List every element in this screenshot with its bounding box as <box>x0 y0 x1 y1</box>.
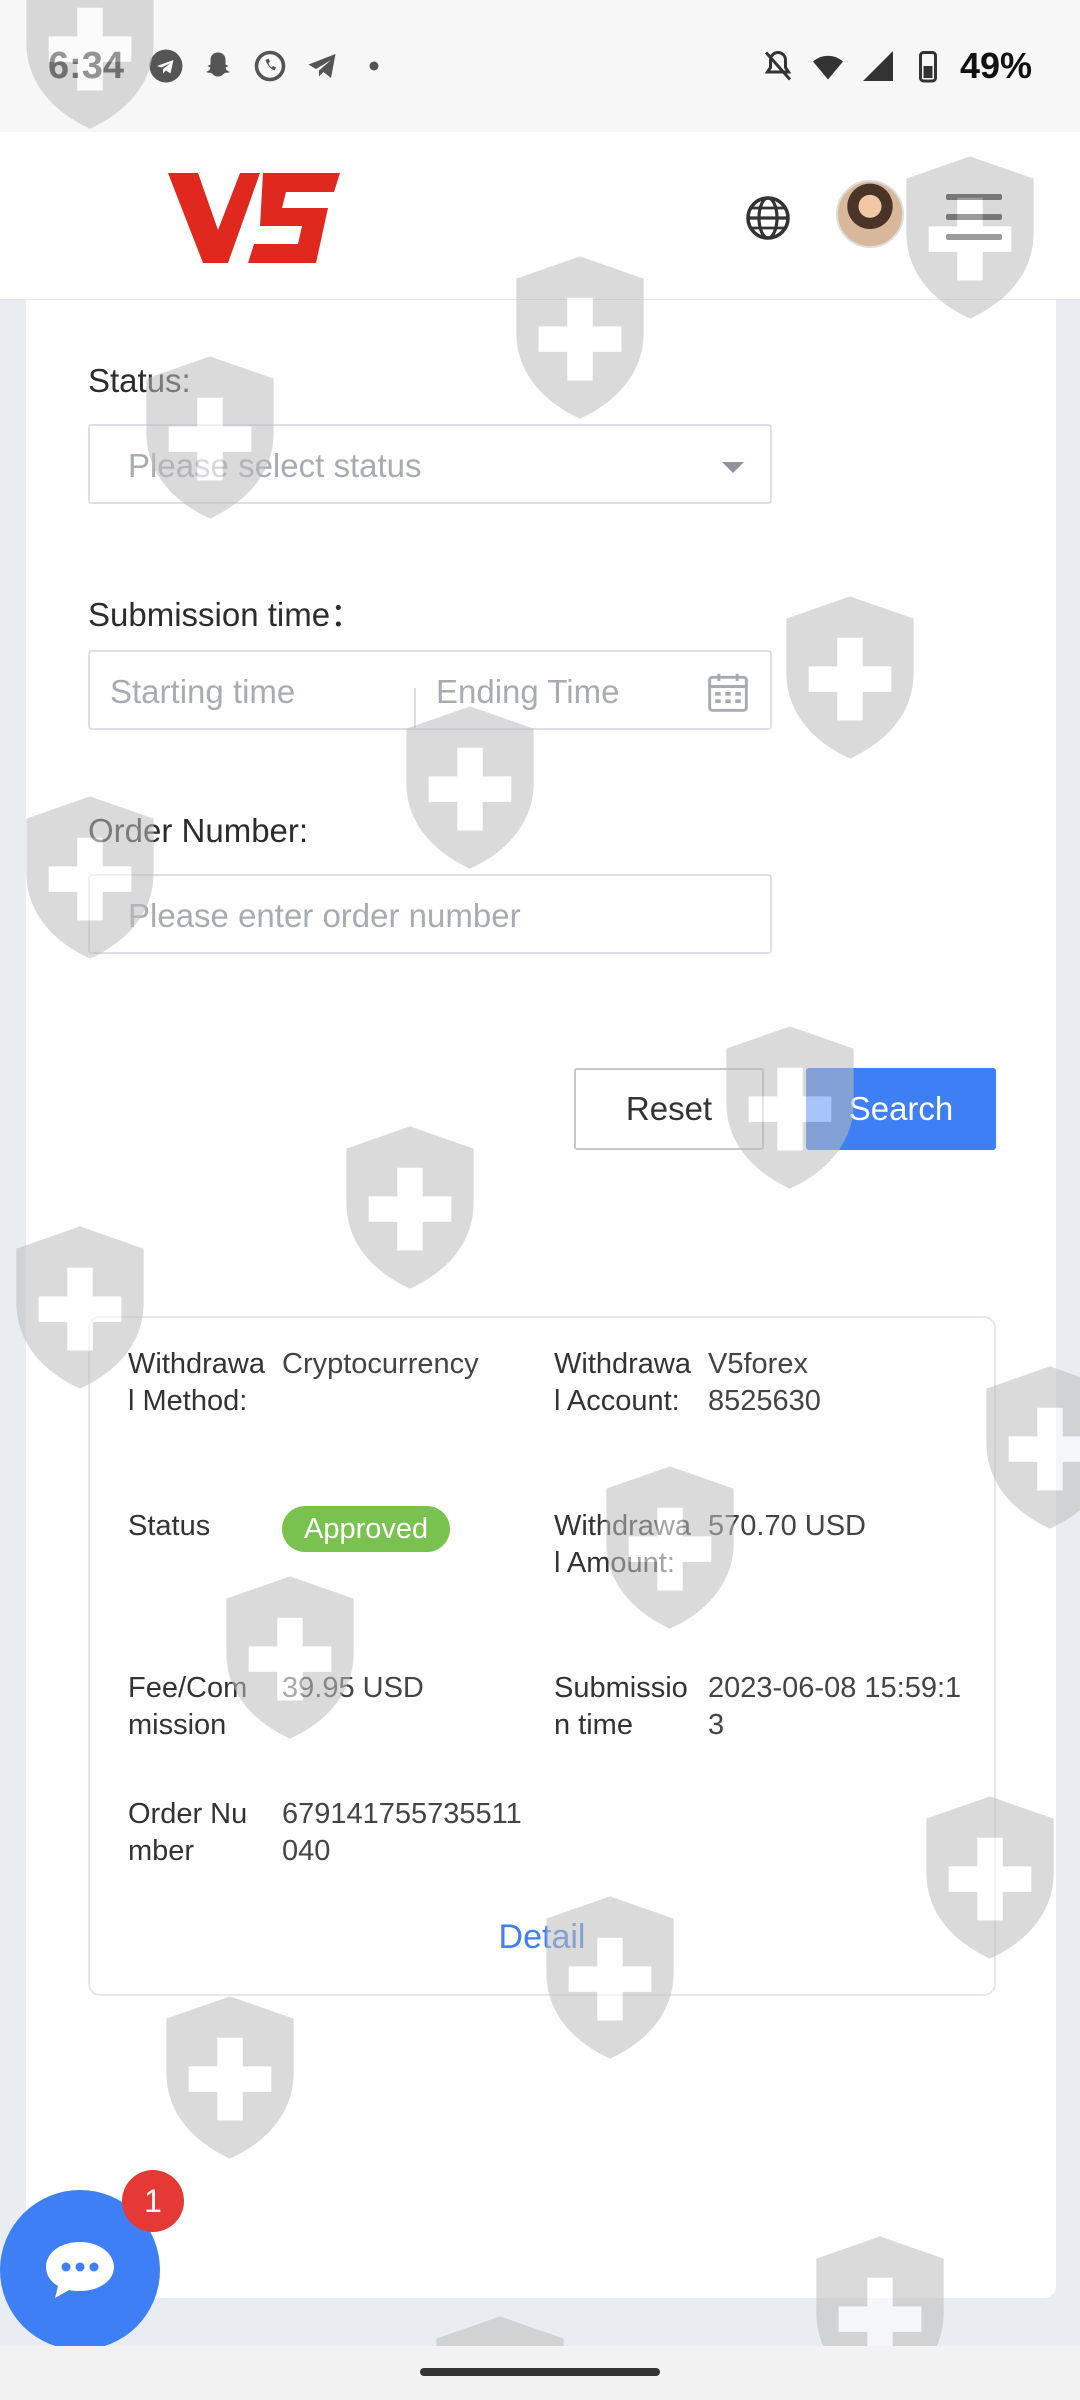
menu-line <box>946 194 1002 200</box>
withdrawal-account-label: Withdrawal Account: <box>554 1348 691 1417</box>
status-select[interactable]: Please select status <box>88 424 772 504</box>
battery-level: 49% <box>959 45 1032 86</box>
status-bar-left: 6:34 <box>48 45 392 88</box>
search-button[interactable]: Search <box>806 1068 996 1150</box>
date-range-picker[interactable]: Starting time Ending Time <box>88 650 772 730</box>
order-number-value: 679141755735511040 <box>282 1798 522 1867</box>
notification-badge: 1 <box>122 2170 184 2232</box>
clock: 6:34 <box>48 44 125 87</box>
whatsapp-icon <box>254 50 286 82</box>
page: 6:34 49% Status: Please select status Su… <box>0 0 1080 2400</box>
order-number-input[interactable]: Please enter order number <box>88 874 772 954</box>
order-number-field-label: Order Number <box>128 1798 248 1867</box>
telegram-icon <box>149 49 183 83</box>
status-field-label: Status <box>128 1510 211 1542</box>
avatar[interactable] <box>836 180 904 248</box>
reset-button[interactable]: Reset <box>574 1068 764 1150</box>
battery-icon <box>918 51 937 83</box>
snapchat-icon <box>206 52 231 77</box>
status-bar: 6:34 49% <box>0 0 1080 132</box>
withdrawal-record: Withdrawal Method: Cryptocurrency Withdr… <box>88 1316 996 1996</box>
menu-line <box>946 234 1002 240</box>
system-nav-bar <box>0 2346 1080 2400</box>
withdrawal-method-label: Withdrawal Method: <box>128 1348 265 1417</box>
detail-link[interactable]: Detail <box>90 1918 994 1957</box>
dot-icon <box>369 61 379 71</box>
status-placeholder: Please select status <box>128 447 422 484</box>
home-indicator[interactable] <box>420 2368 660 2376</box>
chat-bubble-icon <box>46 2242 114 2298</box>
order-number-placeholder: Please enter order number <box>128 897 521 934</box>
range-separator <box>414 688 416 730</box>
signal-icon <box>862 51 893 81</box>
wifi-icon <box>812 55 843 80</box>
withdrawal-amount-value: 570.70 USD <box>708 1510 866 1542</box>
order-number-label: Order Number: <box>88 812 309 849</box>
submission-time-label: Submission time： <box>88 596 364 633</box>
status-label: Status: <box>88 362 191 399</box>
withdrawal-method-value: Cryptocurrency <box>282 1348 479 1380</box>
start-time-input[interactable]: Starting time <box>110 673 295 711</box>
status-badge: Approved <box>282 1506 451 1552</box>
status-bar-right: 49% <box>760 45 1032 87</box>
calendar-icon[interactable] <box>706 670 750 714</box>
end-time-input[interactable]: Ending Time <box>436 673 619 711</box>
telegram-icon <box>308 54 336 78</box>
chevron-down-icon <box>722 462 744 473</box>
hamburger-menu-icon[interactable] <box>946 194 1002 240</box>
fee-commission-label: Fee/Commission <box>128 1672 248 1741</box>
withdrawal-records-card: Status: Please select status Submission … <box>26 300 1056 2298</box>
fee-commission-value: 39.95 USD <box>282 1672 424 1704</box>
v5-logo[interactable] <box>168 168 343 268</box>
submission-time-field-label: Submission time <box>554 1672 688 1741</box>
globe-icon[interactable] <box>744 194 792 242</box>
menu-line <box>946 214 1002 220</box>
app-header <box>0 132 1080 300</box>
withdrawal-account-value: V5forex 8525630 <box>708 1348 821 1417</box>
mute-icon <box>764 50 792 81</box>
submission-time-value: 2023-06-08 15:59:13 <box>708 1672 962 1741</box>
withdrawal-amount-label: Withdrawal Amount: <box>554 1510 691 1579</box>
